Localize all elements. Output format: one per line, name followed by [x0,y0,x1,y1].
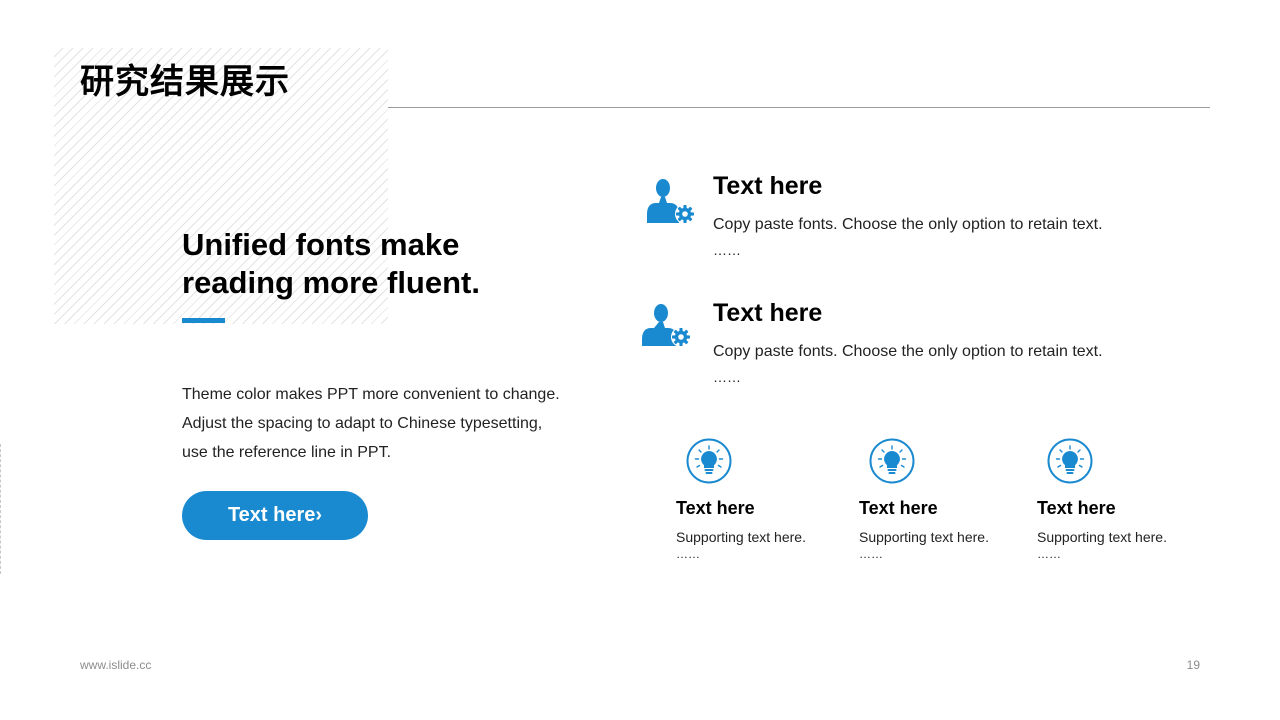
column-heading: Text here [676,498,755,518]
lightbulb-icon [869,438,915,484]
column-subtext: Supporting text here. [859,529,989,545]
page-number: 19 [1186,658,1200,672]
column-ellipsis: …… [859,547,883,561]
headline-line-1: Unified fonts make [182,227,460,262]
body-line-2: Adjust the spacing to adapt to Chinese t… [182,415,543,432]
user-gear-icon [647,179,695,224]
body-text: Theme color makes PPT more convenient to… [182,380,602,467]
feature-heading: Text here [713,172,823,200]
feature-ellipsis: …… [713,242,741,258]
text-here-button[interactable]: Text here› [182,491,368,540]
lightbulb-icon [686,438,732,484]
feature-heading: Text here [713,299,823,327]
feature-description: Copy paste fonts. Choose the only option… [713,343,1103,360]
feature-item: Text here Copy paste fonts. Choose the o… [640,299,1160,399]
column-ellipsis: …… [676,547,700,561]
left-edge-guide [0,444,1,574]
feature-description: Copy paste fonts. Choose the only option… [713,216,1103,233]
page-title: 研究结果展示 [80,62,290,102]
user-gear-icon [642,304,691,347]
column-heading: Text here [859,498,938,518]
accent-bar [182,318,225,323]
headline-line-2: reading more fluent. [182,265,480,300]
feature-item: Text here Copy paste fonts. Choose the o… [640,172,1160,272]
column-ellipsis: …… [1037,547,1061,561]
footer-website[interactable]: www.islide.cc [80,658,151,672]
headline: Unified fonts make reading more fluent. [182,226,542,302]
lightbulb-icon [1047,438,1093,484]
column-subtext: Supporting text here. [1037,529,1167,545]
body-line-1: Theme color makes PPT more convenient to… [182,386,560,403]
title-divider [388,107,1210,108]
body-line-3: use the reference line in PPT. [182,444,392,461]
column-heading: Text here [1037,498,1116,518]
feature-ellipsis: …… [713,369,741,385]
column-subtext: Supporting text here. [676,529,806,545]
